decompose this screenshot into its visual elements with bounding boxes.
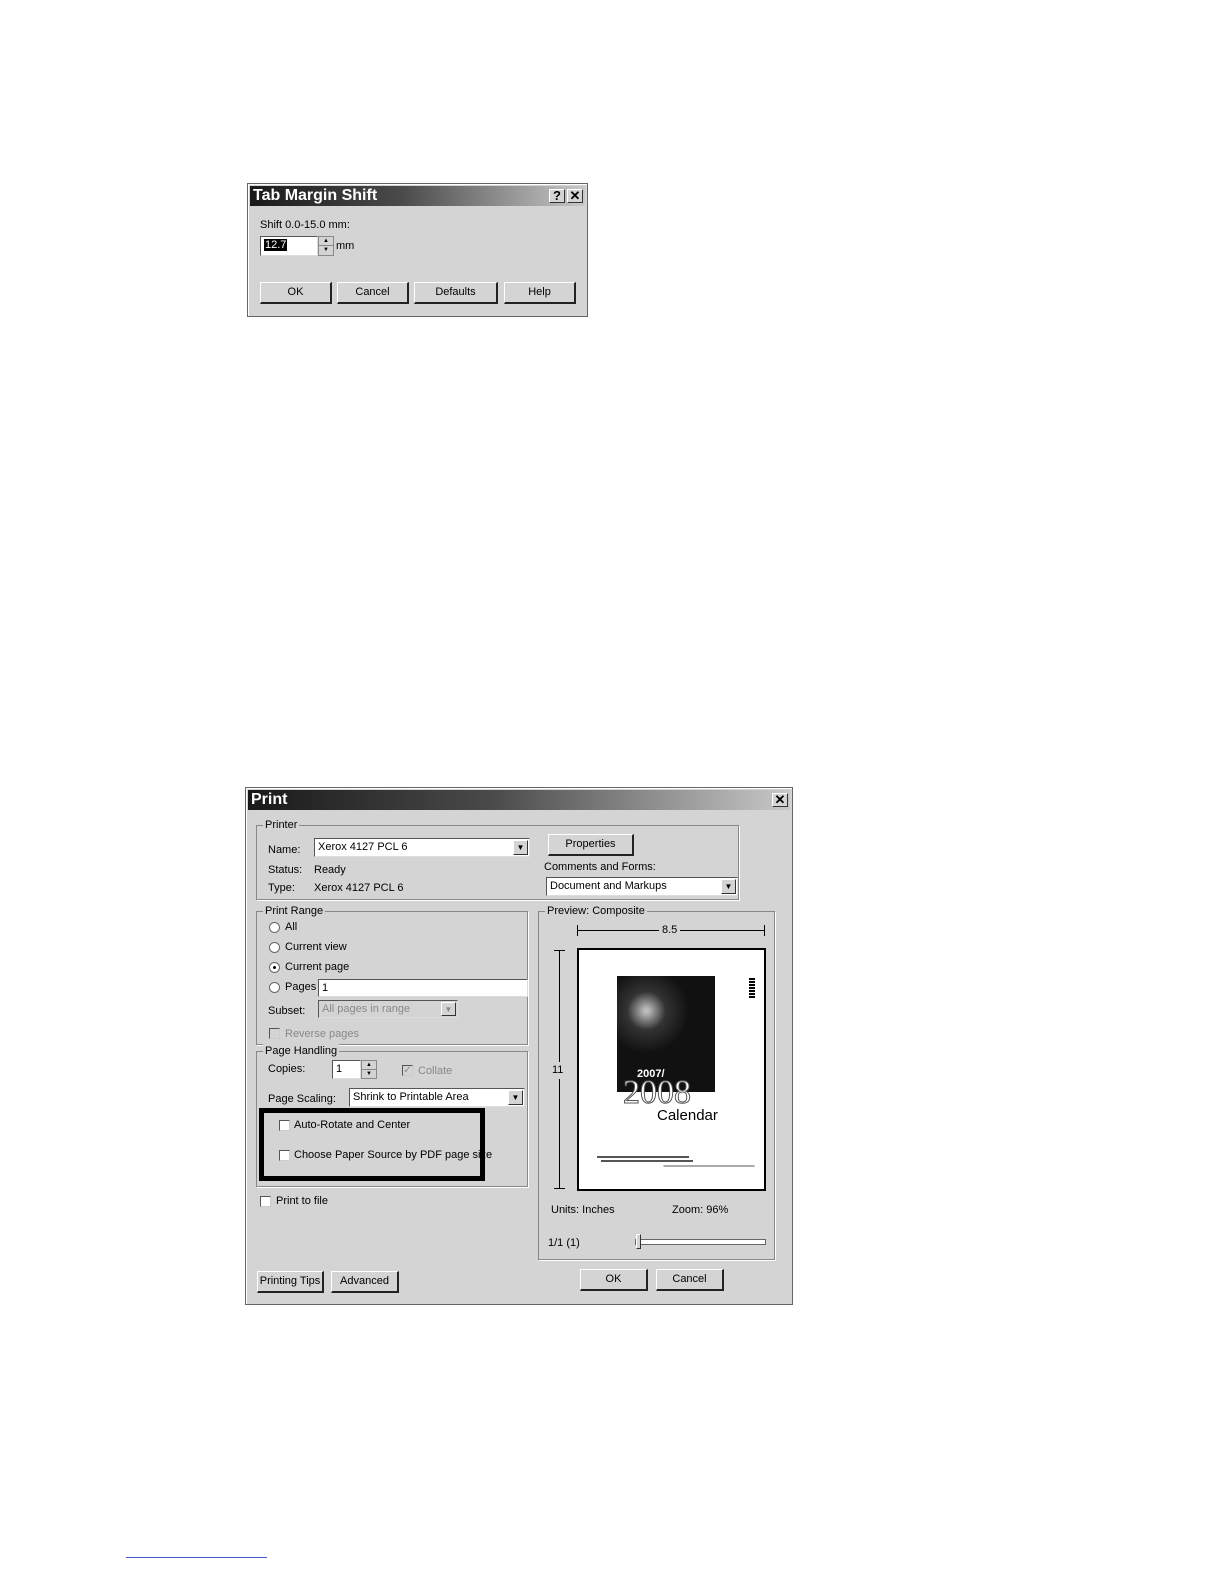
print-dialog: Print ✕ Printer Name: Xerox 4127 PCL 6 ▼… (245, 787, 793, 1305)
name-label: Name: (268, 844, 301, 856)
chevron-down-icon[interactable]: ▼ (441, 1002, 456, 1016)
shift-stepper[interactable]: ▲ ▼ (318, 236, 334, 256)
width-dimension-right-tick (764, 925, 765, 936)
footnote-rule (126, 1557, 267, 1558)
dialog-title-bar[interactable]: Tab Margin Shift ? ✕ (250, 186, 585, 206)
status-label: Status: (268, 864, 303, 876)
print-to-file-checkbox[interactable] (260, 1196, 271, 1207)
page-scaling-dropdown[interactable]: Shrink to Printable Area ▼ (349, 1088, 525, 1107)
comments-forms-dropdown[interactable]: Document and Markups ▼ (546, 877, 738, 896)
subset-label: Subset: (268, 1005, 306, 1017)
dialog-title-bar[interactable]: Print ✕ (248, 790, 790, 810)
radio-pages-label: Pages (285, 981, 317, 993)
auto-rotate-checkbox[interactable] (279, 1120, 290, 1131)
page-scaling-label: Page Scaling: (268, 1093, 336, 1105)
chevron-down-icon[interactable]: ▼ (721, 879, 736, 894)
defaults-button[interactable]: Defaults (414, 282, 498, 304)
copies-label: Copies: (268, 1063, 306, 1075)
calendar-year: 2008 (623, 1074, 692, 1111)
type-value: Xerox 4127 PCL 6 (314, 882, 404, 894)
chevron-down-icon[interactable]: ▼ (513, 840, 528, 855)
status-value: Ready (314, 864, 346, 876)
preview-units-label: Units: Inches (551, 1204, 615, 1216)
chevron-down-icon[interactable]: ▼ (508, 1090, 523, 1105)
radio-pages[interactable] (269, 982, 280, 993)
subset-dropdown[interactable]: All pages in range ▼ (318, 1000, 458, 1018)
printing-tips-button[interactable]: Printing Tips (257, 1271, 324, 1293)
tab-margin-shift-dialog: Tab Margin Shift ? ✕ Shift 0.0-15.0 mm: … (247, 183, 588, 317)
pages-value: 1 (322, 982, 329, 994)
ok-button[interactable]: OK (580, 1269, 648, 1291)
choose-paper-checkbox[interactable] (279, 1150, 290, 1161)
printer-name-value: Xerox 4127 PCL 6 (318, 841, 408, 853)
page-handling-group-title: Page Handling (263, 1044, 340, 1058)
auto-rotate-label: Auto-Rotate and Center (294, 1119, 411, 1131)
calendar-word: Calendar (657, 1107, 718, 1124)
comments-forms-label: Comments and Forms: (544, 861, 656, 873)
shift-value: 12.7 (264, 239, 288, 251)
calendar-quote-lines (597, 1156, 689, 1158)
preview-group-title: Preview: Composite (545, 904, 647, 918)
dialog-title: Tab Margin Shift (253, 187, 378, 204)
shift-label: Shift 0.0-15.0 mm: (260, 219, 350, 231)
help-icon[interactable]: ? (549, 189, 565, 203)
height-dimension-bottom-tick (554, 1188, 565, 1189)
properties-button[interactable]: Properties (548, 834, 634, 856)
copies-value: 1 (336, 1063, 343, 1075)
radio-all[interactable] (269, 922, 280, 933)
radio-all-label: All (285, 921, 298, 933)
close-icon[interactable]: ✕ (772, 793, 788, 807)
radio-current-page[interactable] (269, 962, 280, 973)
radio-current-view[interactable] (269, 942, 280, 953)
preview-page-slider-handle[interactable] (636, 1234, 641, 1249)
copies-input[interactable]: 1 (332, 1060, 361, 1079)
preview-page-count: 1/1 (1) (548, 1237, 580, 1249)
printer-group-title: Printer (263, 818, 300, 832)
close-icon[interactable]: ✕ (567, 189, 583, 203)
advanced-button[interactable]: Advanced (331, 1271, 399, 1293)
print-range-group-title: Print Range (263, 904, 326, 918)
stepper-down-icon[interactable]: ▼ (362, 1070, 376, 1079)
print-to-file-label: Print to file (276, 1195, 328, 1207)
cancel-button[interactable]: Cancel (337, 282, 409, 304)
unit-label: mm (336, 240, 355, 252)
preview-width-label: 8.5 (659, 924, 681, 937)
radio-current-page-label: Current page (285, 961, 350, 973)
collate-checkbox[interactable]: ✓ (402, 1065, 413, 1076)
reverse-pages-label: Reverse pages (285, 1028, 359, 1040)
preview-zoom-label: Zoom: 96% (672, 1204, 729, 1216)
printer-name-dropdown[interactable]: Xerox 4127 PCL 6 ▼ (314, 838, 530, 857)
preview-height-label: 11 (552, 1062, 564, 1079)
page-scaling-value: Shrink to Printable Area (353, 1091, 469, 1103)
width-dimension-left-tick (577, 925, 578, 936)
preview-group: Preview: Composite 8.5 11 2007/ 2008 Cal… (538, 904, 775, 1260)
subset-value: All pages in range (322, 1003, 411, 1015)
choose-paper-label: Choose Paper Source by PDF page size (294, 1149, 493, 1161)
collate-label: Collate (418, 1065, 453, 1077)
help-button[interactable]: Help (504, 282, 576, 304)
type-label: Type: (268, 882, 295, 894)
preview-page: 2007/ 2008 Calendar (577, 948, 766, 1191)
reverse-pages-checkbox[interactable] (269, 1028, 280, 1039)
stepper-up-icon[interactable]: ▲ (319, 237, 333, 246)
print-range-group: Print Range All Current view Current pag… (256, 904, 528, 1045)
copies-stepper[interactable]: ▲ ▼ (361, 1060, 377, 1079)
calendar-side-logo (749, 978, 755, 998)
cancel-button[interactable]: Cancel (656, 1269, 724, 1291)
height-dimension-top-tick (554, 950, 565, 951)
shift-input[interactable]: 12.7 (260, 236, 318, 256)
radio-current-view-label: Current view (285, 941, 347, 953)
dialog-title: Print (251, 791, 288, 808)
printer-group: Printer Name: Xerox 4127 PCL 6 ▼ Status:… (256, 818, 739, 900)
stepper-down-icon[interactable]: ▼ (319, 246, 333, 255)
ok-button[interactable]: OK (260, 282, 332, 304)
comments-forms-value: Document and Markups (550, 880, 667, 892)
preview-page-slider-track[interactable] (635, 1239, 766, 1245)
stepper-up-icon[interactable]: ▲ (362, 1061, 376, 1070)
pages-input[interactable]: 1 (318, 979, 528, 997)
